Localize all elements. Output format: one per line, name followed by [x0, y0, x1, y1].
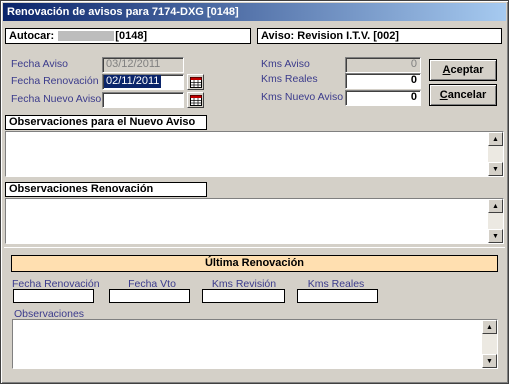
scroll-down-arrow-icon[interactable]: ▼ [482, 354, 497, 368]
scroll-up-arrow-icon[interactable]: ▲ [488, 132, 503, 146]
scroll-down-arrow-icon[interactable]: ▼ [488, 162, 503, 176]
scroll-up-arrow-icon[interactable]: ▲ [488, 199, 503, 213]
title-bar: Renovación de avisos para 7174-DXG [0148… [3, 3, 506, 21]
kms-nuevo-aviso-label: Kms Nuevo Aviso [261, 91, 344, 103]
aviso-value: Revision I.T.V. [002] [297, 30, 399, 42]
obs-nuevo-aviso-textarea[interactable]: ▲ ▼ [5, 131, 504, 177]
obs-nuevo-aviso-scrollbar[interactable]: ▲ ▼ [488, 132, 503, 176]
fecha-renovacion-calendar-button[interactable] [187, 74, 204, 90]
scroll-up-arrow-icon[interactable]: ▲ [482, 320, 497, 334]
kms-aviso-label: Kms Aviso [261, 58, 310, 70]
cancelar-label: ancelar [447, 89, 487, 101]
ultima-fecha-vto-value [109, 289, 190, 303]
ultima-observaciones-scrollbar[interactable]: ▲ ▼ [482, 320, 497, 368]
kms-aviso-field: 0 [345, 57, 421, 73]
fecha-aviso-label: Fecha Aviso [11, 58, 69, 70]
ultima-fecha-renovacion-value [13, 289, 94, 303]
fecha-renovacion-label: Fecha Renovación [11, 75, 99, 87]
scroll-down-arrow-icon[interactable]: ▼ [488, 229, 503, 243]
calendar-icon [189, 76, 202, 88]
fecha-nuevo-aviso-label: Fecha Nuevo Aviso [11, 93, 102, 105]
dialog-window: Renovación de avisos para 7174-DXG [0148… [0, 0, 509, 384]
ultima-renovacion-panel: Última Renovación Fecha Renovación Fecha… [4, 247, 505, 381]
ultima-kms-revision-value [202, 289, 285, 303]
obs-renovacion-title: Observaciones Renovación [5, 182, 207, 197]
ultima-observaciones-textarea[interactable]: ▲ ▼ [12, 319, 498, 369]
cancelar-accel: C [439, 89, 448, 101]
autocar-redacted [58, 31, 115, 42]
obs-nuevo-aviso-title: Observaciones para el Nuevo Aviso [5, 115, 207, 130]
ultima-kms-reales-value [297, 289, 378, 303]
fecha-renovacion-value: 02/11/2011 [104, 75, 162, 88]
autocar-value: [0148] [115, 30, 148, 42]
aviso-label: Aviso: [261, 30, 295, 42]
fecha-nuevo-aviso-field[interactable] [102, 92, 184, 108]
kms-reales-field[interactable]: 0 [345, 73, 421, 89]
aceptar-label: ceptar [450, 64, 484, 76]
kms-nuevo-aviso-field[interactable]: 0 [345, 90, 421, 106]
aceptar-button[interactable]: Aceptar [429, 59, 497, 81]
fecha-aviso-field: 03/12/2011 [102, 57, 184, 73]
aviso-box: Aviso: Revision I.T.V. [002] [257, 28, 502, 44]
obs-renovacion-textarea[interactable]: ▲ ▼ [5, 198, 504, 244]
cancelar-button[interactable]: Cancelar [429, 84, 497, 106]
calendar-icon [189, 94, 202, 106]
autocar-box: Autocar: [0148] [5, 28, 251, 44]
fecha-renovacion-field[interactable]: 02/11/2011 [102, 74, 184, 90]
fecha-nuevo-aviso-calendar-button[interactable] [187, 92, 204, 108]
obs-renovacion-scrollbar[interactable]: ▲ ▼ [488, 199, 503, 243]
ultima-renovacion-banner: Última Renovación [11, 255, 498, 272]
autocar-label: Autocar: [9, 30, 55, 42]
kms-reales-label: Kms Reales [261, 73, 318, 85]
